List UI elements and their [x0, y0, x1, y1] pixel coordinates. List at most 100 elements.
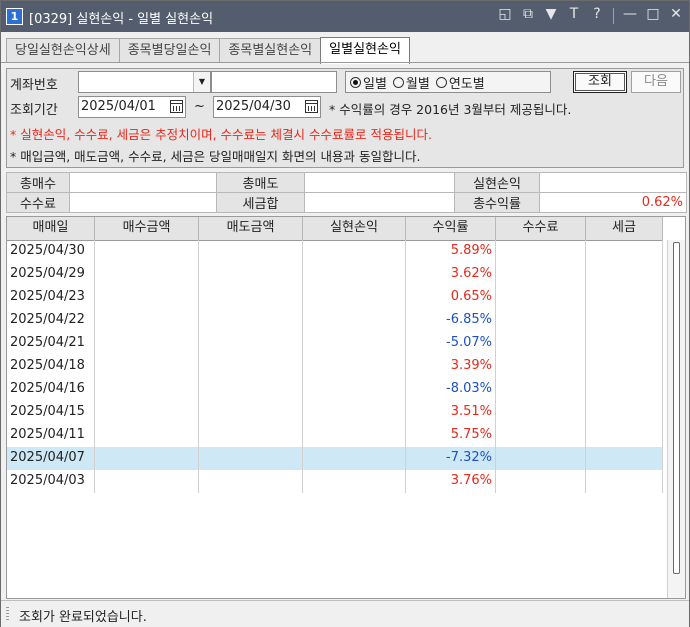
tax-total-value [304, 192, 455, 213]
cell-return-rate: 5.75% [406, 424, 496, 447]
cell-tax [586, 263, 663, 286]
tab-daily-realized-pl[interactable]: 일별실현손익 [320, 37, 410, 64]
tab-divider [1, 62, 689, 63]
table-row[interactable]: 2025/04/11 5.75% [7, 424, 663, 447]
copy-window-icon[interactable]: ⧉ [521, 6, 535, 24]
tab-bar: 당일실현손익상세 종목별당일손익 종목별실현손익 일별실현손익 [6, 37, 410, 64]
cell-return-rate: -5.07% [406, 332, 496, 355]
cell-buy-amount [95, 355, 199, 378]
search-button[interactable]: 조회 [573, 71, 627, 93]
cell-sell-amount [199, 263, 303, 286]
account-number-combo[interactable]: ▼ [78, 71, 211, 93]
cell-buy-amount [95, 309, 199, 332]
cell-realized-pl [303, 401, 406, 424]
search-form: 계좌번호 ▼ 일별 월별 연도별 조회 다음 조회기간 2025/04/01 ~… [6, 68, 684, 168]
column-header-sell-amount[interactable]: 매도금액 [199, 217, 303, 240]
calendar-icon[interactable] [170, 100, 183, 113]
table-row[interactable]: 2025/04/03 3.76% [7, 470, 663, 493]
account-name-field[interactable] [211, 71, 337, 93]
cell-tax [586, 309, 663, 332]
column-header-return-rate[interactable]: 수익률 [406, 217, 496, 240]
tax-total-label: 세금합 [216, 192, 305, 213]
table-row[interactable]: 2025/04/23 0.65% [7, 286, 663, 309]
cell-return-rate: 5.89% [406, 240, 496, 263]
tab-stock-daily-pl[interactable]: 종목별당일손익 [118, 38, 221, 63]
title-bar[interactable]: 1 [0329] 실현손익 - 일별 실현손익 ◱ ⧉ ▼ T ? — □ ✕ [1, 1, 689, 32]
table-row[interactable]: 2025/04/21 -5.07% [7, 332, 663, 355]
cell-sell-amount [199, 355, 303, 378]
cell-tax [586, 286, 663, 309]
column-header-fee[interactable]: 수수료 [496, 217, 586, 240]
cell-return-rate: -8.03% [406, 378, 496, 401]
cell-sell-amount [199, 286, 303, 309]
cell-trade-date: 2025/04/29 [7, 263, 95, 286]
cell-return-rate: 3.62% [406, 263, 496, 286]
column-header-tax[interactable]: 세금 [586, 217, 663, 240]
window: 1 [0329] 실현손익 - 일별 실현손익 ◱ ⧉ ▼ T ? — □ ✕ … [0, 0, 690, 627]
cell-realized-pl [303, 355, 406, 378]
total-buy-value [69, 172, 217, 193]
daily-pl-grid[interactable]: 매매일 매수금액 매도금액 실현손익 수익률 수수료 세금 2025/04/30… [6, 216, 686, 599]
cell-realized-pl [303, 240, 406, 263]
radio-daily-dot [350, 76, 361, 88]
cell-tax [586, 240, 663, 263]
summary-row: 총매수 총매도 실현손익 [6, 172, 687, 193]
total-buy-label: 총매수 [6, 172, 70, 193]
end-date-input[interactable]: 2025/04/30 [213, 96, 321, 118]
table-row[interactable]: 2025/04/29 3.62% [7, 263, 663, 286]
radio-daily[interactable]: 일별 [350, 73, 387, 92]
total-sell-label: 총매도 [216, 172, 305, 193]
close-icon[interactable]: ✕ [669, 6, 683, 24]
grip-icon [6, 607, 9, 621]
cell-sell-amount [199, 378, 303, 401]
minimize-icon[interactable]: — [623, 6, 637, 24]
cell-buy-amount [95, 332, 199, 355]
table-row[interactable]: 2025/04/15 3.51% [7, 401, 663, 424]
cell-tax [586, 355, 663, 378]
table-row[interactable]: 2025/04/30 5.89% [7, 240, 663, 263]
title-bar-divider [613, 8, 614, 24]
radio-yearly[interactable]: 연도별 [435, 73, 485, 92]
grid-header: 매매일 매수금액 매도금액 실현손익 수익률 수수료 세금 [7, 217, 663, 241]
restore-icon[interactable]: ◱ [498, 6, 512, 24]
scrollbar-thumb[interactable] [673, 242, 680, 574]
window-title: [0329] 실현손익 - 일별 실현손익 [29, 12, 214, 27]
period-type-radio-group: 일별 월별 연도별 [345, 71, 551, 93]
vertical-scrollbar[interactable] [667, 240, 685, 598]
cell-realized-pl [303, 470, 406, 493]
cell-sell-amount [199, 401, 303, 424]
start-date-input[interactable]: 2025/04/01 [78, 96, 186, 118]
end-date-value: 2025/04/30 [216, 99, 291, 114]
chevron-down-icon[interactable]: ▼ [193, 72, 210, 92]
cell-trade-date: 2025/04/23 [7, 286, 95, 309]
tab-daily-realized-detail[interactable]: 당일실현손익상세 [6, 38, 120, 63]
cell-fee [496, 470, 586, 493]
help-icon[interactable]: ? [590, 6, 604, 24]
radio-monthly[interactable]: 월별 [392, 73, 430, 92]
table-row[interactable]: 2025/04/18 3.39% [7, 355, 663, 378]
table-row[interactable]: 2025/04/07 -7.32% [7, 447, 663, 470]
radio-yearly-dot [435, 76, 447, 88]
font-icon[interactable]: T [567, 6, 581, 24]
calendar-icon[interactable] [305, 100, 318, 113]
maximize-icon[interactable]: □ [646, 6, 660, 24]
next-button[interactable]: 다음 [631, 71, 681, 93]
table-row[interactable]: 2025/04/22 -6.85% [7, 309, 663, 332]
cell-return-rate: 3.51% [406, 401, 496, 424]
table-row[interactable]: 2025/04/16 -8.03% [7, 378, 663, 401]
column-header-realized-pl[interactable]: 실현손익 [303, 217, 406, 240]
period-label: 조회기간 [10, 103, 58, 118]
column-header-buy-amount[interactable]: 매수금액 [95, 217, 199, 240]
cell-sell-amount [199, 332, 303, 355]
radio-monthly-label: 월별 [405, 76, 430, 92]
pin-icon[interactable]: ▼ [544, 6, 558, 24]
cell-buy-amount [95, 424, 199, 447]
fee-value [69, 192, 217, 213]
cell-buy-amount [95, 401, 199, 424]
cell-fee [496, 355, 586, 378]
cell-trade-date: 2025/04/15 [7, 401, 95, 424]
tab-stock-realized-pl[interactable]: 종목별실현손익 [219, 38, 322, 63]
realized-pl-value [539, 172, 687, 193]
cell-realized-pl [303, 447, 406, 470]
column-header-trade-date[interactable]: 매매일 [7, 217, 95, 240]
